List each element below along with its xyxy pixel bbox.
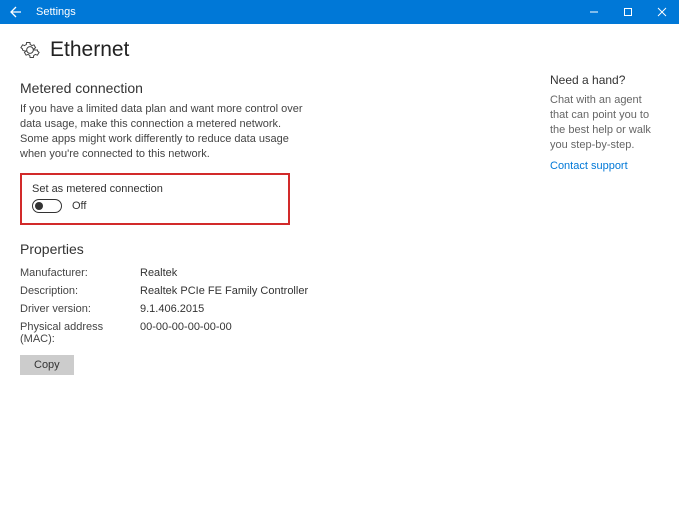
- side-panel: Need a hand? Chat with an agent that can…: [450, 38, 659, 375]
- contact-support-link[interactable]: Contact support: [550, 160, 659, 172]
- toggle-label: Set as metered connection: [32, 183, 278, 195]
- metered-toggle[interactable]: [32, 199, 62, 213]
- metered-description: If you have a limited data plan and want…: [20, 102, 310, 161]
- back-arrow-icon: [8, 4, 24, 20]
- table-row: Manufacturer: Realtek: [20, 267, 450, 279]
- table-row: Description: Realtek PCIe FE Family Cont…: [20, 285, 450, 297]
- page-header: Ethernet: [20, 38, 450, 62]
- maximize-icon: [623, 7, 633, 17]
- prop-value: Realtek: [140, 267, 177, 279]
- title-bar: Settings: [0, 0, 679, 24]
- prop-label: Driver version:: [20, 303, 140, 315]
- side-heading: Need a hand?: [550, 73, 659, 87]
- side-description: Chat with an agent that can point you to…: [550, 93, 659, 152]
- prop-value: Realtek PCIe FE Family Controller: [140, 285, 308, 297]
- properties-table: Manufacturer: Realtek Description: Realt…: [20, 267, 450, 345]
- gear-icon: [20, 40, 40, 60]
- window-title: Settings: [36, 6, 577, 18]
- close-button[interactable]: [645, 0, 679, 24]
- copy-button[interactable]: Copy: [20, 355, 74, 375]
- prop-label: Physical address (MAC):: [20, 321, 140, 345]
- toggle-row: Off: [32, 199, 278, 213]
- back-button[interactable]: [0, 0, 32, 24]
- toggle-state: Off: [72, 200, 86, 212]
- page-title: Ethernet: [50, 38, 129, 62]
- prop-value: 9.1.406.2015: [140, 303, 204, 315]
- minimize-icon: [589, 7, 599, 17]
- table-row: Driver version: 9.1.406.2015: [20, 303, 450, 315]
- content-area: Ethernet Metered connection If you have …: [0, 24, 679, 375]
- window-controls: [577, 0, 679, 24]
- prop-label: Description:: [20, 285, 140, 297]
- properties-heading: Properties: [20, 241, 450, 257]
- table-row: Physical address (MAC): 00-00-00-00-00-0…: [20, 321, 450, 345]
- metered-heading: Metered connection: [20, 80, 450, 96]
- maximize-button[interactable]: [611, 0, 645, 24]
- toggle-knob-icon: [35, 202, 43, 210]
- minimize-button[interactable]: [577, 0, 611, 24]
- main-panel: Ethernet Metered connection If you have …: [20, 38, 450, 375]
- highlight-box: Set as metered connection Off: [20, 173, 290, 225]
- prop-value: 00-00-00-00-00-00: [140, 321, 232, 345]
- close-icon: [657, 7, 667, 17]
- prop-label: Manufacturer:: [20, 267, 140, 279]
